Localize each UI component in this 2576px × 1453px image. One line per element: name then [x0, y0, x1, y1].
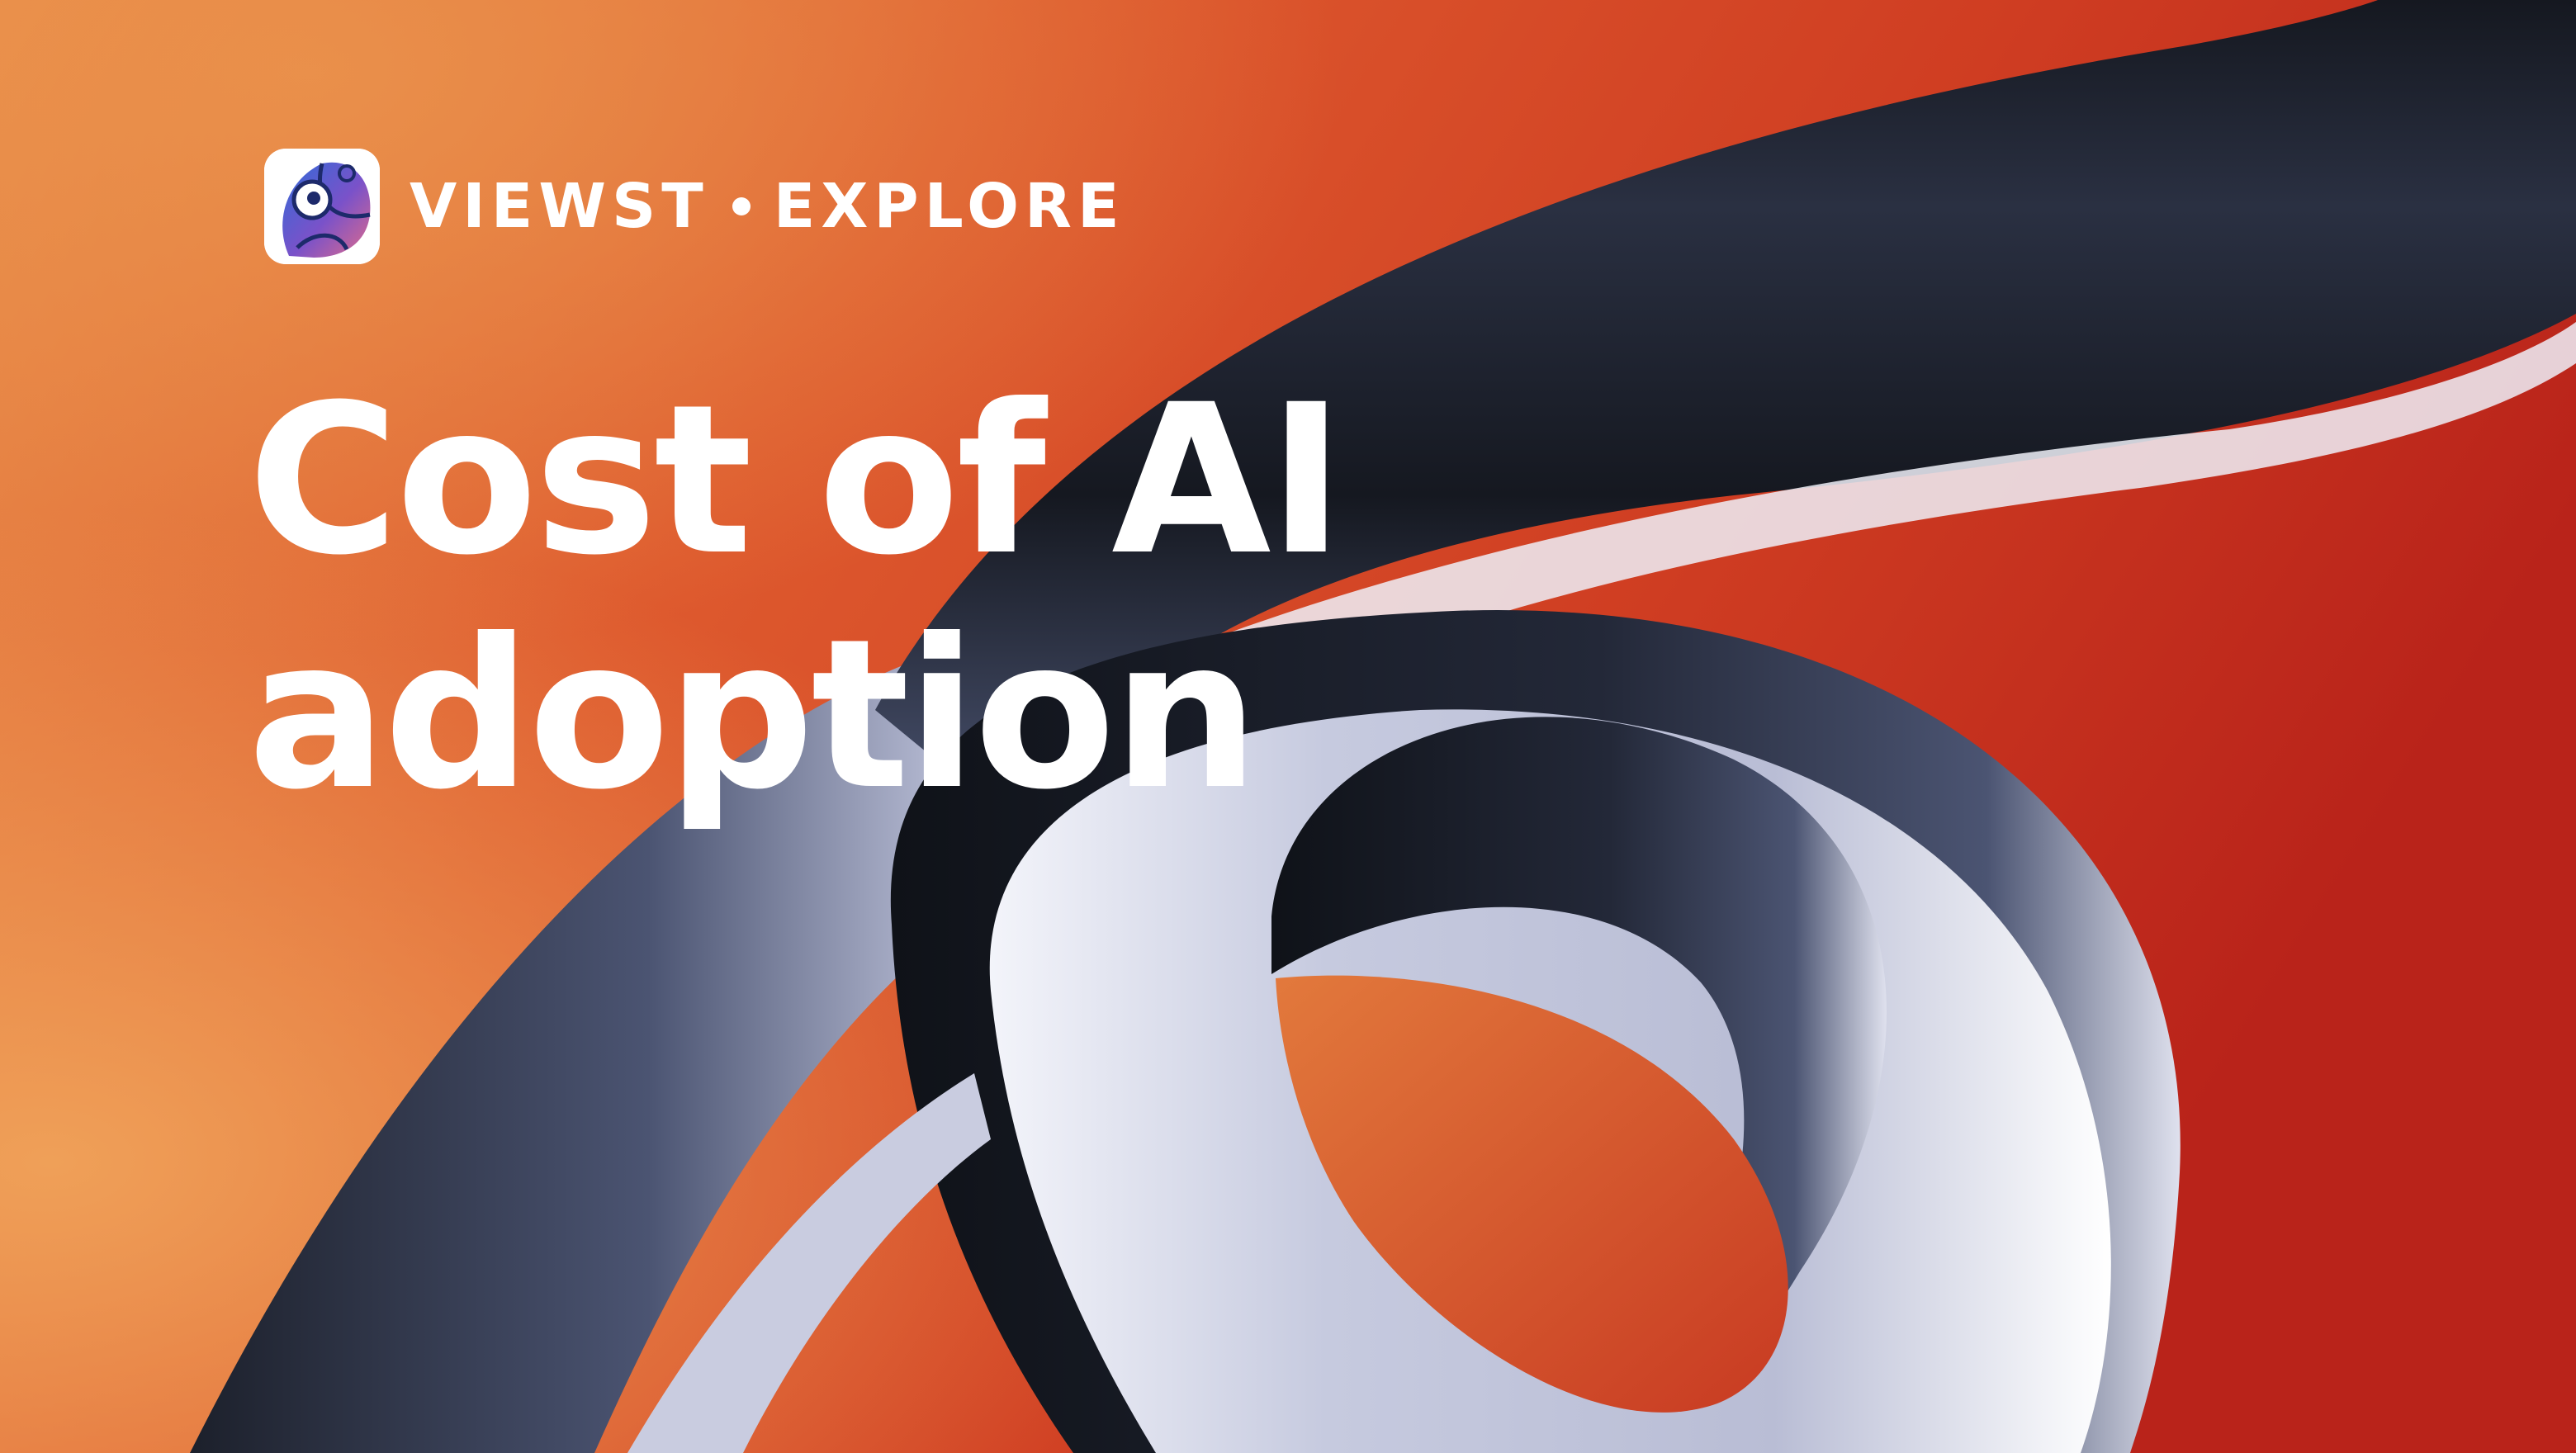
brand-section: EXPLORE — [773, 171, 1125, 242]
brand-header: VIEWST EXPLORE — [264, 149, 1125, 264]
hero-banner: VIEWST EXPLORE Cost of AI adoption — [0, 0, 2576, 1453]
brand-wordmark: VIEWST EXPLORE — [410, 176, 1125, 237]
separator-dot-icon — [732, 197, 751, 215]
chameleon-logo-icon — [264, 149, 380, 264]
title-line-1: Cost of AI — [248, 360, 1345, 600]
title-line-2: adoption — [248, 594, 1259, 835]
page-title: Cost of AI adoption — [248, 360, 1345, 835]
brand-name: VIEWST — [410, 171, 709, 242]
